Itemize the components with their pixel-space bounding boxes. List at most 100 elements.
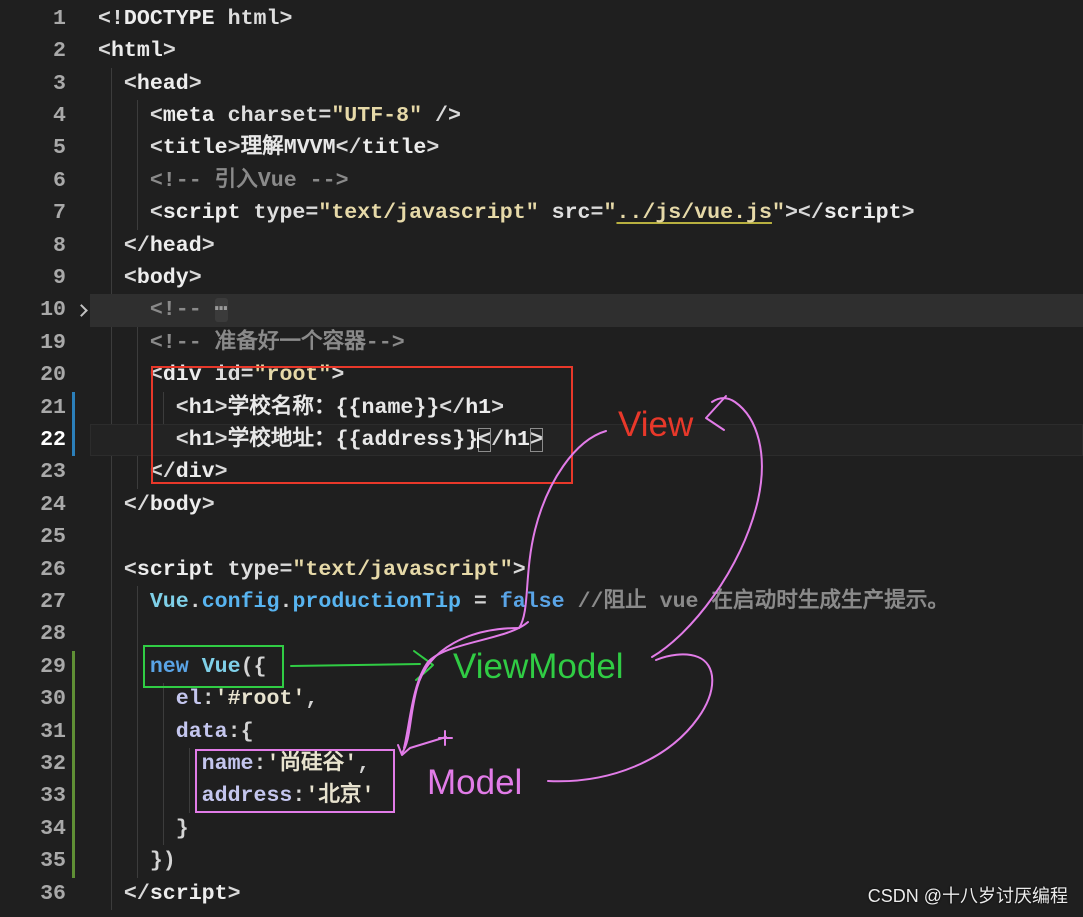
code-token: > — [426, 136, 440, 161]
code-token: DOCTYPE — [123, 6, 215, 31]
code-text: <meta charset="UTF-8" /> — [98, 100, 461, 132]
code-line[interactable]: 32 name:'尚硅谷', — [0, 748, 1083, 781]
line-number: 33 — [40, 784, 66, 809]
code-token: = — [590, 201, 604, 226]
code-line[interactable]: 10 <!-- ⋯ — [0, 294, 1083, 328]
code-line[interactable]: 8 </head> — [0, 230, 1083, 262]
code-token: "text/javascript" — [318, 201, 539, 226]
code-line[interactable]: 26 <script type="text/javascript"> — [0, 554, 1083, 586]
code-token: '#root' — [214, 687, 306, 712]
code-line[interactable]: 7 <script type="text/javascript" src="..… — [0, 197, 1083, 229]
code-token: Vue — [149, 590, 189, 614]
line-number: 24 — [40, 492, 66, 517]
code-token: } — [175, 816, 189, 841]
code-line[interactable]: 5 <title>理解MVVM</title> — [0, 132, 1083, 164]
code-token: title — [162, 136, 228, 161]
code-line[interactable]: 2 <html> — [0, 35, 1083, 67]
code-token: <!-- 引入Vue --> — [149, 168, 349, 193]
code-token: > — [227, 136, 241, 161]
gutter-modified-indicator[interactable] — [72, 391, 75, 424]
line-number: 1 — [53, 6, 66, 31]
line-number: 19 — [40, 330, 66, 355]
line-number: 26 — [40, 557, 66, 582]
chevron-right-icon[interactable] — [75, 304, 88, 318]
code-token: < — [123, 557, 137, 582]
code-text: el:'#root', — [98, 683, 319, 715]
code-token: " — [771, 201, 785, 226]
code-line[interactable]: 9 <body> — [0, 262, 1083, 294]
code-text: } — [98, 813, 189, 845]
code-token: = — [279, 557, 293, 582]
code-line[interactable]: 4 <meta charset="UTF-8" /> — [0, 100, 1083, 132]
code-line[interactable]: 19 <!-- 准备好一个容器--> — [0, 327, 1083, 359]
gutter-added-indicator[interactable] — [72, 683, 75, 716]
code-line[interactable]: 31 data:{ — [0, 715, 1083, 748]
gutter-modified-indicator[interactable] — [72, 424, 75, 457]
code-token: = — [460, 590, 500, 614]
code-text: <script type="text/javascript" src="../j… — [98, 197, 915, 229]
gutter-added-indicator[interactable] — [72, 748, 75, 781]
code-token: head — [136, 71, 189, 96]
code-token: , — [305, 687, 319, 712]
gutter-added-indicator[interactable] — [72, 715, 75, 748]
code-line[interactable]: 34 } — [0, 812, 1083, 846]
code-token: < — [149, 104, 163, 128]
folded-region-placeholder[interactable]: ⋯ — [214, 298, 228, 323]
line-number: 3 — [53, 71, 66, 96]
code-text: }) — [98, 845, 176, 877]
code-line[interactable]: 1 <!DOCTYPE html> — [0, 3, 1083, 35]
line-number: 21 — [40, 395, 66, 420]
code-link[interactable]: ../js/vue.js — [616, 201, 772, 225]
code-line[interactable]: 24 </body> — [0, 489, 1083, 521]
annotated-code-screenshot: 1 <!DOCTYPE html> 2 <html> 3 <head> 4 <meta c… — [0, 0, 1083, 917]
code-text: data:{ — [98, 716, 254, 748]
code-line[interactable]: 27 Vue.config.productionTip = false //阻止… — [0, 586, 1083, 618]
code-token: title — [361, 136, 427, 161]
code-token: > — [901, 201, 915, 226]
code-token: < — [149, 201, 163, 226]
code-text: Vue.config.productionTip = false //阻止 vu… — [98, 586, 949, 618]
code-token: src — [551, 201, 591, 226]
code-text: <!-- 准备好一个容器--> — [98, 327, 405, 359]
code-line[interactable]: 30 el:'#root', — [0, 683, 1083, 716]
code-token: "UTF-8" — [331, 104, 423, 128]
code-token: false — [499, 590, 565, 614]
code-line[interactable]: 6 <!-- 引入Vue --> — [0, 165, 1083, 197]
code-text: <head> — [98, 68, 202, 100]
code-token: <!-- 准备好一个容器--> — [149, 330, 405, 355]
line-number: 9 — [53, 266, 66, 290]
line-number: 8 — [53, 233, 66, 258]
gutter-added-indicator[interactable] — [72, 780, 75, 813]
code-text: <html> — [98, 35, 176, 67]
code-line[interactable]: 33 address:'北京' — [0, 780, 1083, 813]
gutter-added-indicator[interactable] — [72, 845, 75, 878]
code-line[interactable]: 3 <head> — [0, 68, 1083, 100]
line-number: 34 — [40, 816, 66, 841]
code-text: <title>理解MVVM</title> — [98, 132, 439, 164]
view-label: View — [618, 405, 694, 444]
code-token: = — [305, 201, 319, 226]
code-token: data — [175, 719, 228, 744]
line-number: 35 — [40, 849, 66, 874]
code-line[interactable]: 25 — [0, 521, 1083, 553]
code-line[interactable]: 35 }) — [0, 845, 1083, 878]
code-text: <script type="text/javascript"> — [98, 554, 526, 586]
gutter-added-indicator[interactable] — [72, 650, 75, 684]
code-token: > — [188, 266, 202, 290]
gutter-added-indicator[interactable] — [72, 812, 75, 846]
code-token: meta — [162, 104, 215, 128]
line-number: 4 — [53, 104, 66, 128]
line-number: 25 — [40, 525, 66, 550]
code-text: <!-- ⋯ — [98, 294, 228, 326]
